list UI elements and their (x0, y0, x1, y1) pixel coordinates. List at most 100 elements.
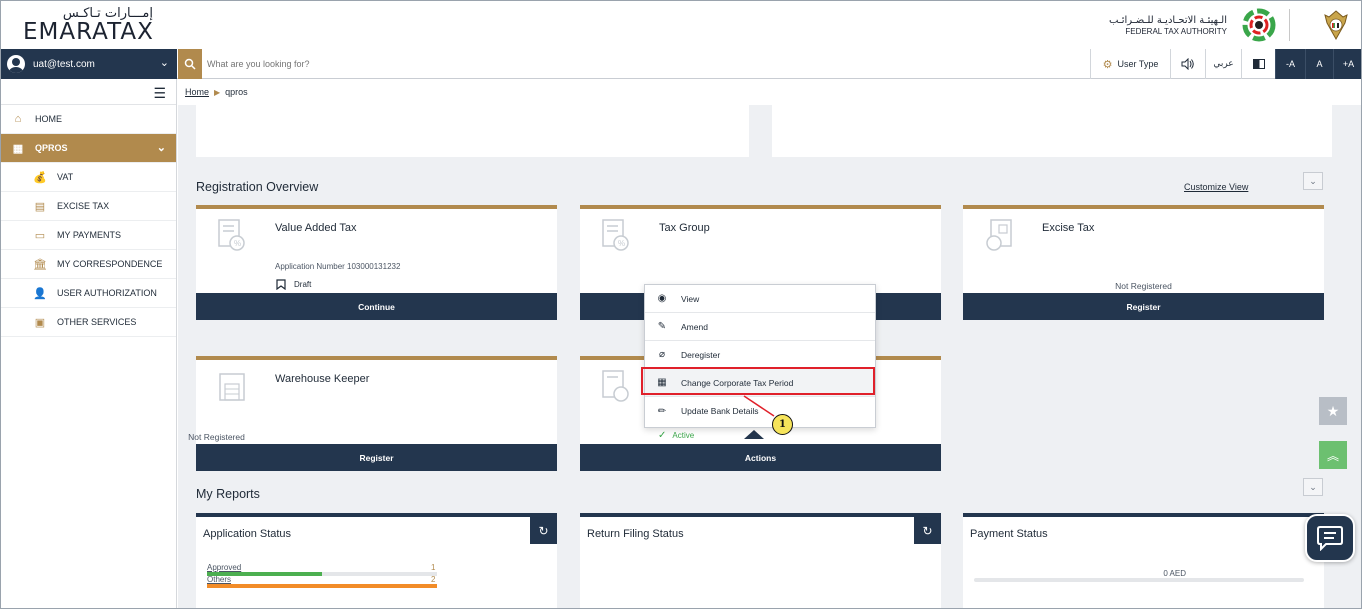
sidebar-item-my-correspondence[interactable]: 🏛 MY CORRESPONDENCE (1, 250, 176, 279)
summary-card-right (772, 105, 1332, 157)
favorites-button[interactable]: ★ (1319, 397, 1347, 425)
check-circle-icon: ✓ (658, 430, 667, 441)
refresh-button[interactable]: ↻ (914, 517, 941, 544)
actions-button[interactable]: Actions (580, 444, 941, 471)
customize-view-link[interactable]: Customize View (1184, 182, 1248, 192)
user-dropdown[interactable]: uat@test.com ⌄ (1, 49, 177, 79)
chevron-down-icon: ⌄ (1309, 175, 1317, 186)
report-title: Return Filing Status (587, 528, 684, 540)
menu-item-label: View (681, 293, 700, 304)
sidebar-item-label: HOME (35, 114, 62, 124)
summary-card-left (196, 105, 749, 157)
menu-item-view[interactable]: ◉ View (645, 285, 875, 313)
font-normal-button[interactable]: A (1305, 49, 1333, 79)
card-status: Draft (276, 279, 311, 290)
arabic-button[interactable]: عربي (1205, 49, 1241, 79)
register-button[interactable]: Register (196, 444, 557, 471)
speaker-icon (1181, 58, 1194, 70)
sidebar-item-other-services[interactable]: ▣ OTHER SERVICES (1, 308, 176, 337)
contrast-button[interactable] (1241, 49, 1275, 79)
hamburger-button[interactable]: ☰ (1, 79, 176, 105)
register-button[interactable]: Register (963, 293, 1324, 320)
fta-text: الـهيئـة الاتحـاديـة للـضـرائـب FEDERAL … (1109, 15, 1227, 37)
refresh-button[interactable]: ↻ (530, 517, 557, 544)
arabic-label: عربي (1213, 59, 1234, 69)
status-text: Draft (294, 280, 312, 289)
user-email: uat@test.com (33, 58, 95, 70)
sidebar-item-my-payments[interactable]: ▭ MY PAYMENTS (1, 221, 176, 250)
search-icon (184, 58, 196, 70)
card-title: Excise Tax (1042, 222, 1095, 234)
scroll-top-button[interactable]: ︽ (1319, 441, 1347, 469)
bookmark-icon (276, 279, 286, 290)
excise-icon: ▤ (34, 200, 46, 213)
warehouse-icon (219, 373, 245, 401)
report-application-status: Application Status ↻ Approved 1 Others 2 (196, 513, 557, 608)
search-button[interactable] (178, 49, 202, 79)
chevron-down-icon: ⌄ (1309, 481, 1317, 492)
chevron-down-icon: ⌄ (156, 142, 166, 154)
document-icon: ▣ (34, 316, 46, 329)
star-icon: ★ (1326, 402, 1340, 419)
sidebar-item-home[interactable]: ⌂ HOME (1, 105, 176, 134)
sidebar-item-label: QPROS (35, 143, 68, 153)
menu-item-label: Amend (681, 321, 708, 332)
status-row-fill (207, 584, 437, 588)
card-value-added-tax: % Value Added Tax Application Number 103… (196, 205, 557, 320)
contrast-icon (1252, 59, 1265, 69)
sidebar-item-user-authorization[interactable]: 👤 USER AUTHORIZATION (1, 279, 176, 308)
money-bag-icon: 💰 (33, 171, 47, 184)
search-bar: uat@test.com ⌄ ⚙ User Type عربي -A A +A (1, 49, 1361, 79)
user-auth-icon: 👤 (33, 287, 47, 300)
collapse-reports-button[interactable]: ⌄ (1303, 478, 1323, 496)
status-text: Active (672, 431, 695, 440)
svg-text:%: % (234, 239, 241, 248)
sidebar-item-qpros[interactable]: ▦ QPROS ⌄ (1, 134, 176, 163)
font-increase-button[interactable]: +A (1333, 49, 1361, 79)
collapse-registration-button[interactable]: ⌄ (1303, 172, 1323, 190)
sidebar-item-label: USER AUTHORIZATION (57, 288, 157, 298)
header-divider (1289, 9, 1290, 41)
audio-button[interactable] (1170, 49, 1205, 79)
refresh-icon: ↻ (922, 523, 933, 538)
chevron-down-icon: ⌄ (159, 57, 169, 69)
search-input[interactable] (207, 54, 707, 74)
sidebar: ☰ ⌂ HOME ▦ QPROS ⌄ 💰 VAT ▤ EXCISE TAX ▭ … (1, 79, 177, 608)
sidebar-item-excise-tax[interactable]: ▤ EXCISE TAX (1, 192, 176, 221)
user-type-button[interactable]: ⚙ User Type (1090, 49, 1170, 79)
breadcrumb-arrow-icon: ▶ (214, 88, 221, 97)
menu-item-deregister[interactable]: ⌀ Deregister (645, 341, 875, 369)
payment-progress-bar (974, 578, 1304, 582)
gear-icon: ⚙ (1102, 58, 1113, 71)
bank-icon: 🏛 (33, 258, 47, 271)
fta-logo: الـهيئـة الاتحـاديـة للـضـرائـب FEDERAL … (1075, 7, 1305, 43)
card-title: Warehouse Keeper (275, 373, 370, 385)
chat-button[interactable] (1305, 514, 1355, 562)
tax-document-icon: % (602, 219, 629, 251)
excise-document-icon (986, 219, 1012, 251)
menu-item-amend[interactable]: ✎ Amend (645, 313, 875, 341)
status-row-label: Approved (207, 563, 242, 572)
font-decrease-button[interactable]: -A (1275, 49, 1305, 79)
sidebar-item-vat[interactable]: 💰 VAT (1, 163, 176, 192)
svg-text:%: % (618, 239, 625, 248)
emaratax-logo[interactable]: إمـــارات تـاكـس EMARATAX (23, 6, 163, 45)
eye-icon: ◉ (657, 293, 667, 304)
double-chevron-up-icon: ︽ (1326, 448, 1339, 463)
status-row-label: Others (207, 575, 232, 584)
card-status: Not Registered (1115, 281, 1172, 291)
refresh-icon: ↻ (538, 523, 549, 538)
card-status: Not Registered (188, 432, 245, 442)
payment-amount: 0 AED (1163, 569, 1186, 578)
my-reports-heading: My Reports (196, 487, 260, 501)
app-window: إمـــارات تـاكـس EMARATAX الـهيئـة الاتح… (0, 0, 1362, 609)
payments-icon: ▭ (34, 229, 46, 242)
menu-item-label: Deregister (681, 349, 721, 360)
grid-icon: ▦ (12, 142, 24, 155)
sidebar-item-label: MY PAYMENTS (57, 230, 122, 240)
uae-emblem-icon (1324, 10, 1348, 41)
continue-button[interactable]: Continue (196, 293, 557, 320)
step-callout-badge: 1 (772, 414, 793, 435)
card-status: ✓ Active (658, 430, 694, 441)
breadcrumb-home-link[interactable]: Home (185, 87, 209, 97)
